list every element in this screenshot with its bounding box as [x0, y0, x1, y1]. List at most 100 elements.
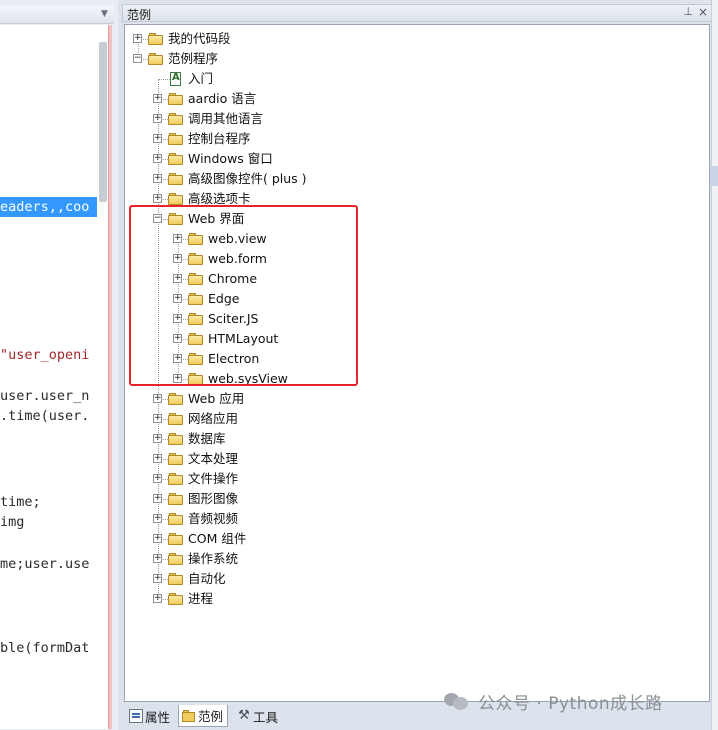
tree-item[interactable]: + Windows 窗口: [125, 149, 705, 169]
editor-header: ▼: [0, 5, 114, 24]
examples-icon: [182, 709, 196, 723]
expand-icon[interactable]: +: [173, 234, 182, 243]
expand-icon[interactable]: +: [153, 134, 162, 143]
dropdown-arrow-icon[interactable]: ▼: [99, 9, 110, 20]
code-line: ble(formDat: [0, 640, 90, 656]
tree-item[interactable]: + 控制台程序: [125, 129, 705, 149]
tree-item[interactable]: + 数据库: [125, 429, 705, 449]
code-line: img: [0, 514, 25, 530]
tree-item-label: Web 界面: [188, 211, 245, 226]
code-line: "user_openi: [0, 347, 90, 363]
folder-icon: [168, 113, 184, 125]
tree-item[interactable]: + 调用其他语言: [125, 109, 705, 129]
collapse-icon[interactable]: −: [153, 214, 162, 223]
folder-icon: [168, 553, 184, 565]
tree-item[interactable]: 入门: [125, 69, 705, 89]
folder-icon: [188, 353, 204, 365]
tree-item[interactable]: + 进程: [125, 589, 705, 609]
close-icon[interactable]: ×: [698, 5, 708, 19]
tab-tools[interactable]: ⚒ 工具: [234, 705, 278, 727]
tab-properties[interactable]: 属性: [126, 705, 170, 727]
expand-icon[interactable]: +: [173, 314, 182, 323]
folder-icon: [188, 373, 204, 385]
tab-label: 范例: [198, 709, 224, 724]
tree-item[interactable]: + Sciter.JS: [125, 309, 705, 329]
expand-icon[interactable]: +: [153, 554, 162, 563]
tree-item[interactable]: + Edge: [125, 289, 705, 309]
tree-item[interactable]: + 文本处理: [125, 449, 705, 469]
tree-item[interactable]: − 范例程序: [125, 49, 705, 69]
expand-icon[interactable]: +: [153, 154, 162, 163]
folder-icon: [188, 273, 204, 285]
code-line: .time(user.: [0, 408, 90, 424]
tree-item-label: Chrome: [208, 271, 258, 286]
tree-item-label: 文本处理: [188, 451, 239, 466]
tree-item[interactable]: + HTMLayout: [125, 329, 705, 349]
expand-icon[interactable]: +: [153, 194, 162, 203]
tree-item[interactable]: + web.view: [125, 229, 705, 249]
tree-item[interactable]: + 音频视频: [125, 509, 705, 529]
expand-icon[interactable]: +: [153, 474, 162, 483]
tree-item-label: 控制台程序: [188, 131, 251, 146]
editor-scrollbar-thumb[interactable]: [99, 42, 107, 202]
tree-item-label: 自动化: [188, 571, 226, 586]
tree-item[interactable]: + 网络应用: [125, 409, 705, 429]
expand-icon[interactable]: +: [173, 374, 182, 383]
expand-icon[interactable]: +: [153, 514, 162, 523]
expand-icon[interactable]: +: [153, 534, 162, 543]
tree-item[interactable]: + aardio 语言: [125, 89, 705, 109]
tree-item[interactable]: + Web 应用: [125, 389, 705, 409]
tree-item[interactable]: + 高级选项卡: [125, 189, 705, 209]
tree-item[interactable]: + 我的代码段: [125, 29, 705, 49]
expand-icon[interactable]: +: [153, 114, 162, 123]
expand-icon[interactable]: +: [173, 354, 182, 363]
tree-item[interactable]: − Web 界面: [125, 209, 705, 229]
tree-item[interactable]: + Chrome: [125, 269, 705, 289]
tree-item[interactable]: + 自动化: [125, 569, 705, 589]
folder-icon: [168, 153, 184, 165]
edge-scroll-marker: [710, 166, 718, 186]
expand-icon[interactable]: +: [153, 174, 162, 183]
properties-icon: [129, 709, 143, 723]
tree-item[interactable]: + 操作系统: [125, 549, 705, 569]
folder-icon: [168, 393, 184, 405]
expand-icon[interactable]: +: [153, 414, 162, 423]
tab-label: 属性: [145, 709, 171, 725]
folder-icon: [168, 473, 184, 485]
collapse-icon[interactable]: −: [133, 54, 142, 63]
expand-icon[interactable]: +: [153, 394, 162, 403]
code-line: user.user_n: [0, 388, 90, 404]
expand-icon[interactable]: +: [153, 434, 162, 443]
expand-icon[interactable]: +: [173, 294, 182, 303]
tree-item-label: web.form: [208, 251, 267, 266]
expand-icon[interactable]: +: [153, 594, 162, 603]
expand-icon[interactable]: +: [173, 254, 182, 263]
tree-item-label: web.sysView: [208, 371, 288, 386]
expand-icon[interactable]: +: [133, 34, 142, 43]
expand-icon[interactable]: +: [173, 334, 182, 343]
expand-icon[interactable]: +: [153, 454, 162, 463]
tree-item[interactable]: + web.sysView: [125, 369, 705, 389]
tree-item[interactable]: + 高级图像控件( plus ): [125, 169, 705, 189]
tree-item-label: 高级图像控件( plus ): [188, 171, 307, 186]
pin-icon[interactable]: ⊥: [683, 5, 693, 18]
expand-icon[interactable]: +: [173, 274, 182, 283]
tree-item-label: Edge: [208, 291, 240, 306]
folder-icon: [168, 533, 184, 545]
expand-icon[interactable]: +: [153, 94, 162, 103]
tools-icon: ⚒: [238, 708, 250, 723]
code-editor[interactable]: eaders,,coo "user_openi user.user_n .time(u…: [0, 25, 110, 729]
tree-item-label: 范例程序: [168, 51, 219, 66]
tree-item[interactable]: + Electron: [125, 349, 705, 369]
expand-icon[interactable]: +: [153, 574, 162, 583]
tree-item-label: 文件操作: [188, 471, 239, 486]
expand-icon[interactable]: +: [153, 494, 162, 503]
watermark-text: 公众号 · Python成长路: [478, 693, 663, 714]
tree-item[interactable]: + COM 组件: [125, 529, 705, 549]
folder-icon: [188, 233, 204, 245]
tree-item[interactable]: + 图形图像: [125, 489, 705, 509]
tree-item[interactable]: + web.form: [125, 249, 705, 269]
tree-item[interactable]: + 文件操作: [125, 469, 705, 489]
folder-icon: [148, 33, 164, 45]
tab-examples[interactable]: 范例: [178, 705, 229, 727]
